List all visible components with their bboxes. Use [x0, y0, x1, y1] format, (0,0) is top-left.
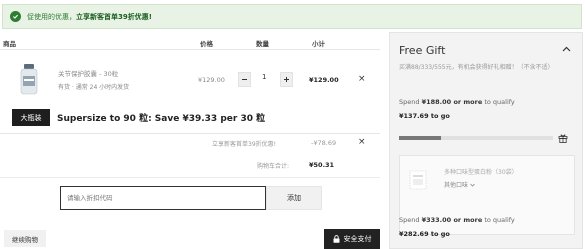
gift-product-image — [409, 170, 427, 190]
product-price: ¥129.00 — [198, 76, 225, 84]
continue-shopping-button[interactable]: 继续购物 — [4, 230, 46, 247]
panel-description: 买满88/333/555元，有机会获得好礼相赠！（不含不适） — [399, 64, 554, 71]
secure-checkout-button[interactable]: 安全支付 — [324, 229, 380, 249]
divider — [0, 133, 380, 134]
quantity-decrease-button[interactable] — [238, 72, 251, 87]
gift-progress-fill — [399, 136, 441, 140]
gift-icon — [558, 134, 568, 143]
cart-table: 商品 价格 数量 小计 关节保护胶囊 - 30粒 有货 · 通常 24 小时内发… — [0, 30, 384, 249]
divider — [0, 177, 380, 178]
apply-promo-button[interactable]: 添加 — [266, 186, 322, 210]
free-gift-panel: Free Gift 买满88/333/555元，有机会获得好礼相赠！（不含不适）… — [389, 32, 583, 249]
gift-progress-bar — [399, 136, 553, 140]
divider — [0, 49, 380, 50]
success-banner: 促使用的优惠，立享新客首单39折优惠! — [2, 4, 582, 29]
product-meta: 有货 · 通常 24 小时内发货 — [58, 84, 130, 91]
cart-page: 促使用的优惠，立享新客首单39折优惠! 商品 价格 数量 小计 关节保护胶囊 -… — [0, 0, 585, 249]
lock-icon — [333, 235, 339, 243]
chevron-up-icon[interactable] — [562, 45, 571, 54]
header-price: 价格 — [200, 40, 213, 48]
quantity-value[interactable]: 1 — [262, 73, 266, 81]
minus-icon — [242, 79, 247, 80]
plus-icon — [284, 77, 289, 82]
banner-message: 促使用的优惠，立享新客首单39折优惠! — [27, 12, 152, 21]
banner-highlight: 立享新客首单39折优惠! — [76, 12, 152, 21]
discount-label: 立享新客首单39折优惠! — [212, 141, 277, 148]
check-circle-icon — [10, 11, 21, 22]
cart-total-label: 购物车合计: — [257, 163, 290, 170]
upsell-tag: 大瓶装 — [12, 109, 50, 126]
tier2-remaining: ¥282.69 to go — [399, 230, 450, 238]
gift-flavor-select[interactable]: 其他口味 — [444, 180, 475, 189]
chevron-down-icon — [470, 183, 475, 187]
tier2-label: Spend ¥333.00 or more to qualify — [399, 216, 515, 224]
gift-name: 多种口味型蛋白粉（30袋） — [444, 169, 518, 176]
tier1-remaining: ¥137.69 to go — [399, 112, 450, 120]
quantity-increase-button[interactable] — [280, 72, 293, 87]
product-thumbnail[interactable] — [18, 62, 40, 96]
upsell-text[interactable]: Supersize to 90 粒: Save ¥39.33 per 30 粒 — [57, 111, 265, 124]
remove-item-button[interactable]: × — [358, 74, 366, 84]
item-subtotal: ¥129.00 — [309, 76, 339, 84]
close-icon: × — [358, 137, 366, 147]
remove-discount-button[interactable]: × — [358, 137, 366, 147]
close-icon: × — [358, 74, 366, 84]
header-subtotal: 小计 — [312, 40, 325, 48]
tier1-label: Spend ¥188.00 or more to qualify — [399, 98, 515, 106]
checkout-label: 安全支付 — [343, 235, 372, 243]
header-product: 商品 — [3, 40, 16, 48]
discount-value: -¥78.69 — [311, 139, 337, 147]
panel-title: Free Gift — [399, 44, 446, 57]
promo-code-input[interactable] — [60, 186, 266, 210]
product-name[interactable]: 关节保护胶囊 - 30粒 — [58, 68, 118, 78]
cart-total-value: ¥50.31 — [309, 161, 335, 169]
header-quantity: 数量 — [256, 40, 269, 48]
